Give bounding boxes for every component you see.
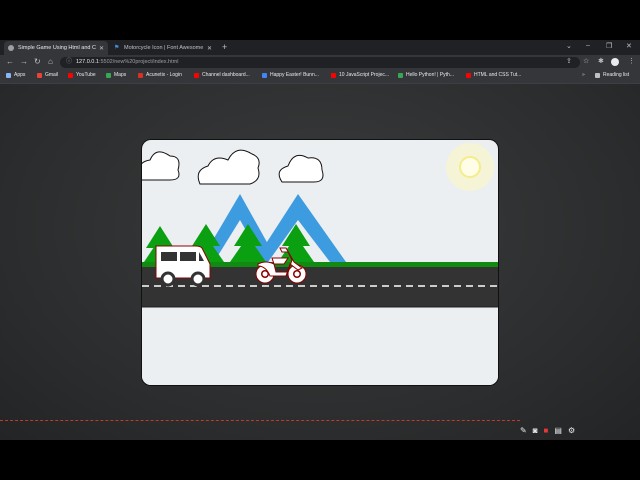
cloud [278, 154, 324, 183]
flag-icon: ⚑ [114, 45, 120, 51]
bookmark-label: Apps [14, 72, 26, 78]
bookmark-label: Channel dashboard... [202, 72, 250, 78]
tab-simple-game[interactable]: Simple Game Using Html and CSS ✕ [4, 41, 108, 55]
bookmark-js-projects[interactable]: 10 JavaScript Projec... [331, 72, 389, 78]
video-camera-icon[interactable]: ■ [544, 426, 549, 435]
ground [142, 307, 498, 385]
tab-strip: Simple Game Using Html and CSS ✕ ⚑ Motor… [0, 40, 640, 55]
bookmark-acunetix[interactable]: Acunetix - Login [138, 72, 182, 78]
extensions-icon[interactable]: ✱ [598, 58, 604, 66]
bookmarks-bar: Apps Gmail YouTube Maps Acunetix - Login… [0, 70, 640, 84]
bookmark-star-icon[interactable]: ☆ [583, 58, 589, 66]
youtube-icon [466, 72, 471, 78]
gmail-icon [37, 72, 42, 78]
bookmark-happy-easter[interactable]: Happy Easter! Bunn... [262, 72, 319, 78]
game-container [142, 140, 498, 385]
settings-gear-icon[interactable]: ⚙ [568, 426, 575, 435]
bookmark-apps[interactable]: Apps [6, 72, 25, 78]
bookmark-label: YouTube [76, 72, 96, 78]
bookmark-maps[interactable]: Maps [106, 72, 126, 78]
minimize-icon[interactable]: – [586, 42, 590, 49]
drop-icon [262, 72, 267, 78]
bookmark-label: HTML and CSS Tut... [474, 72, 522, 78]
cloud [142, 151, 180, 181]
tab-label: Motorcycle Icon | Font Awesome [124, 45, 204, 51]
menu-icon[interactable]: ⋮ [628, 58, 635, 66]
overlay-toolbar: ✎ ◙ ■ ▤ ⚙ [520, 426, 575, 435]
home-icon[interactable]: ⌂ [48, 58, 53, 66]
toolbar: ← → ↻ ⌂ ⓘ 127.0.0.1:5502/new%20project/i… [0, 55, 640, 70]
camera-icon[interactable]: ◙ [533, 426, 538, 435]
new-tab-button[interactable]: + [222, 42, 227, 52]
profile-avatar[interactable] [611, 58, 619, 66]
tab-motorcycle-icon[interactable]: ⚑ Motorcycle Icon | Font Awesome ✕ [110, 41, 216, 55]
back-icon[interactable]: ← [6, 58, 14, 66]
page-content: ✎ ◙ ■ ▤ ⚙ [0, 84, 640, 440]
bookmark-label: Gmail [45, 72, 59, 78]
cloud [197, 149, 260, 185]
python-icon [398, 72, 403, 78]
address-bar[interactable]: ⓘ 127.0.0.1:5502/new%20project/index.htm… [60, 57, 580, 68]
reading-list-label: Reading list [603, 72, 630, 78]
bookmark-gmail[interactable]: Gmail [37, 72, 58, 78]
globe-icon [8, 45, 14, 51]
tab-label: Simple Game Using Html and CSS [18, 45, 96, 51]
bookmark-youtube[interactable]: YouTube [68, 72, 96, 78]
reading-list-icon [595, 72, 600, 78]
bookmark-html-css[interactable]: HTML and CSS Tut... [466, 72, 521, 78]
reading-list[interactable]: Reading list [595, 72, 629, 78]
maps-icon [106, 72, 111, 78]
maximize-icon[interactable]: ❐ [606, 42, 612, 50]
bookmark-label: Hello Python! | Pyth... [406, 72, 454, 78]
youtube-icon [194, 72, 199, 78]
edit-icon[interactable]: ✎ [520, 426, 527, 435]
tab-search-icon[interactable]: ⌄ [566, 42, 572, 50]
bookmark-label: Happy Easter! Bunn... [270, 72, 319, 78]
bookmark-channel-dashboard[interactable]: Channel dashboard... [194, 72, 250, 78]
forward-icon[interactable]: → [20, 58, 28, 66]
bookmark-label: 10 JavaScript Projec... [339, 72, 390, 78]
bookmark-label: Acunetix - Login [146, 72, 182, 78]
more-bookmarks-icon[interactable]: » [582, 72, 585, 78]
sun [459, 156, 481, 178]
bookmark-hello-python[interactable]: Hello Python! | Pyth... [398, 72, 454, 78]
bookmark-label: Maps [114, 72, 127, 78]
close-tab-icon[interactable]: ✕ [99, 45, 104, 52]
url-path: :5502/new%20project/index.html [98, 59, 179, 65]
browser-window: Simple Game Using Html and CSS ✕ ⚑ Motor… [0, 40, 640, 440]
game-scene [142, 143, 498, 385]
close-window-icon[interactable]: ✕ [626, 42, 632, 50]
youtube-icon [68, 72, 73, 78]
info-icon[interactable]: ⓘ [66, 57, 72, 68]
reload-icon[interactable]: ↻ [34, 58, 41, 66]
apps-grid-icon [6, 72, 11, 78]
dashed-guide-line [0, 420, 520, 421]
gallery-icon[interactable]: ▤ [554, 426, 562, 435]
share-icon[interactable]: ⇪ [566, 58, 572, 66]
youtube-icon [331, 72, 336, 78]
acunetix-icon [138, 72, 143, 78]
url-host: 127.0.0.1 [76, 59, 99, 65]
close-tab-icon[interactable]: ✕ [207, 45, 212, 52]
